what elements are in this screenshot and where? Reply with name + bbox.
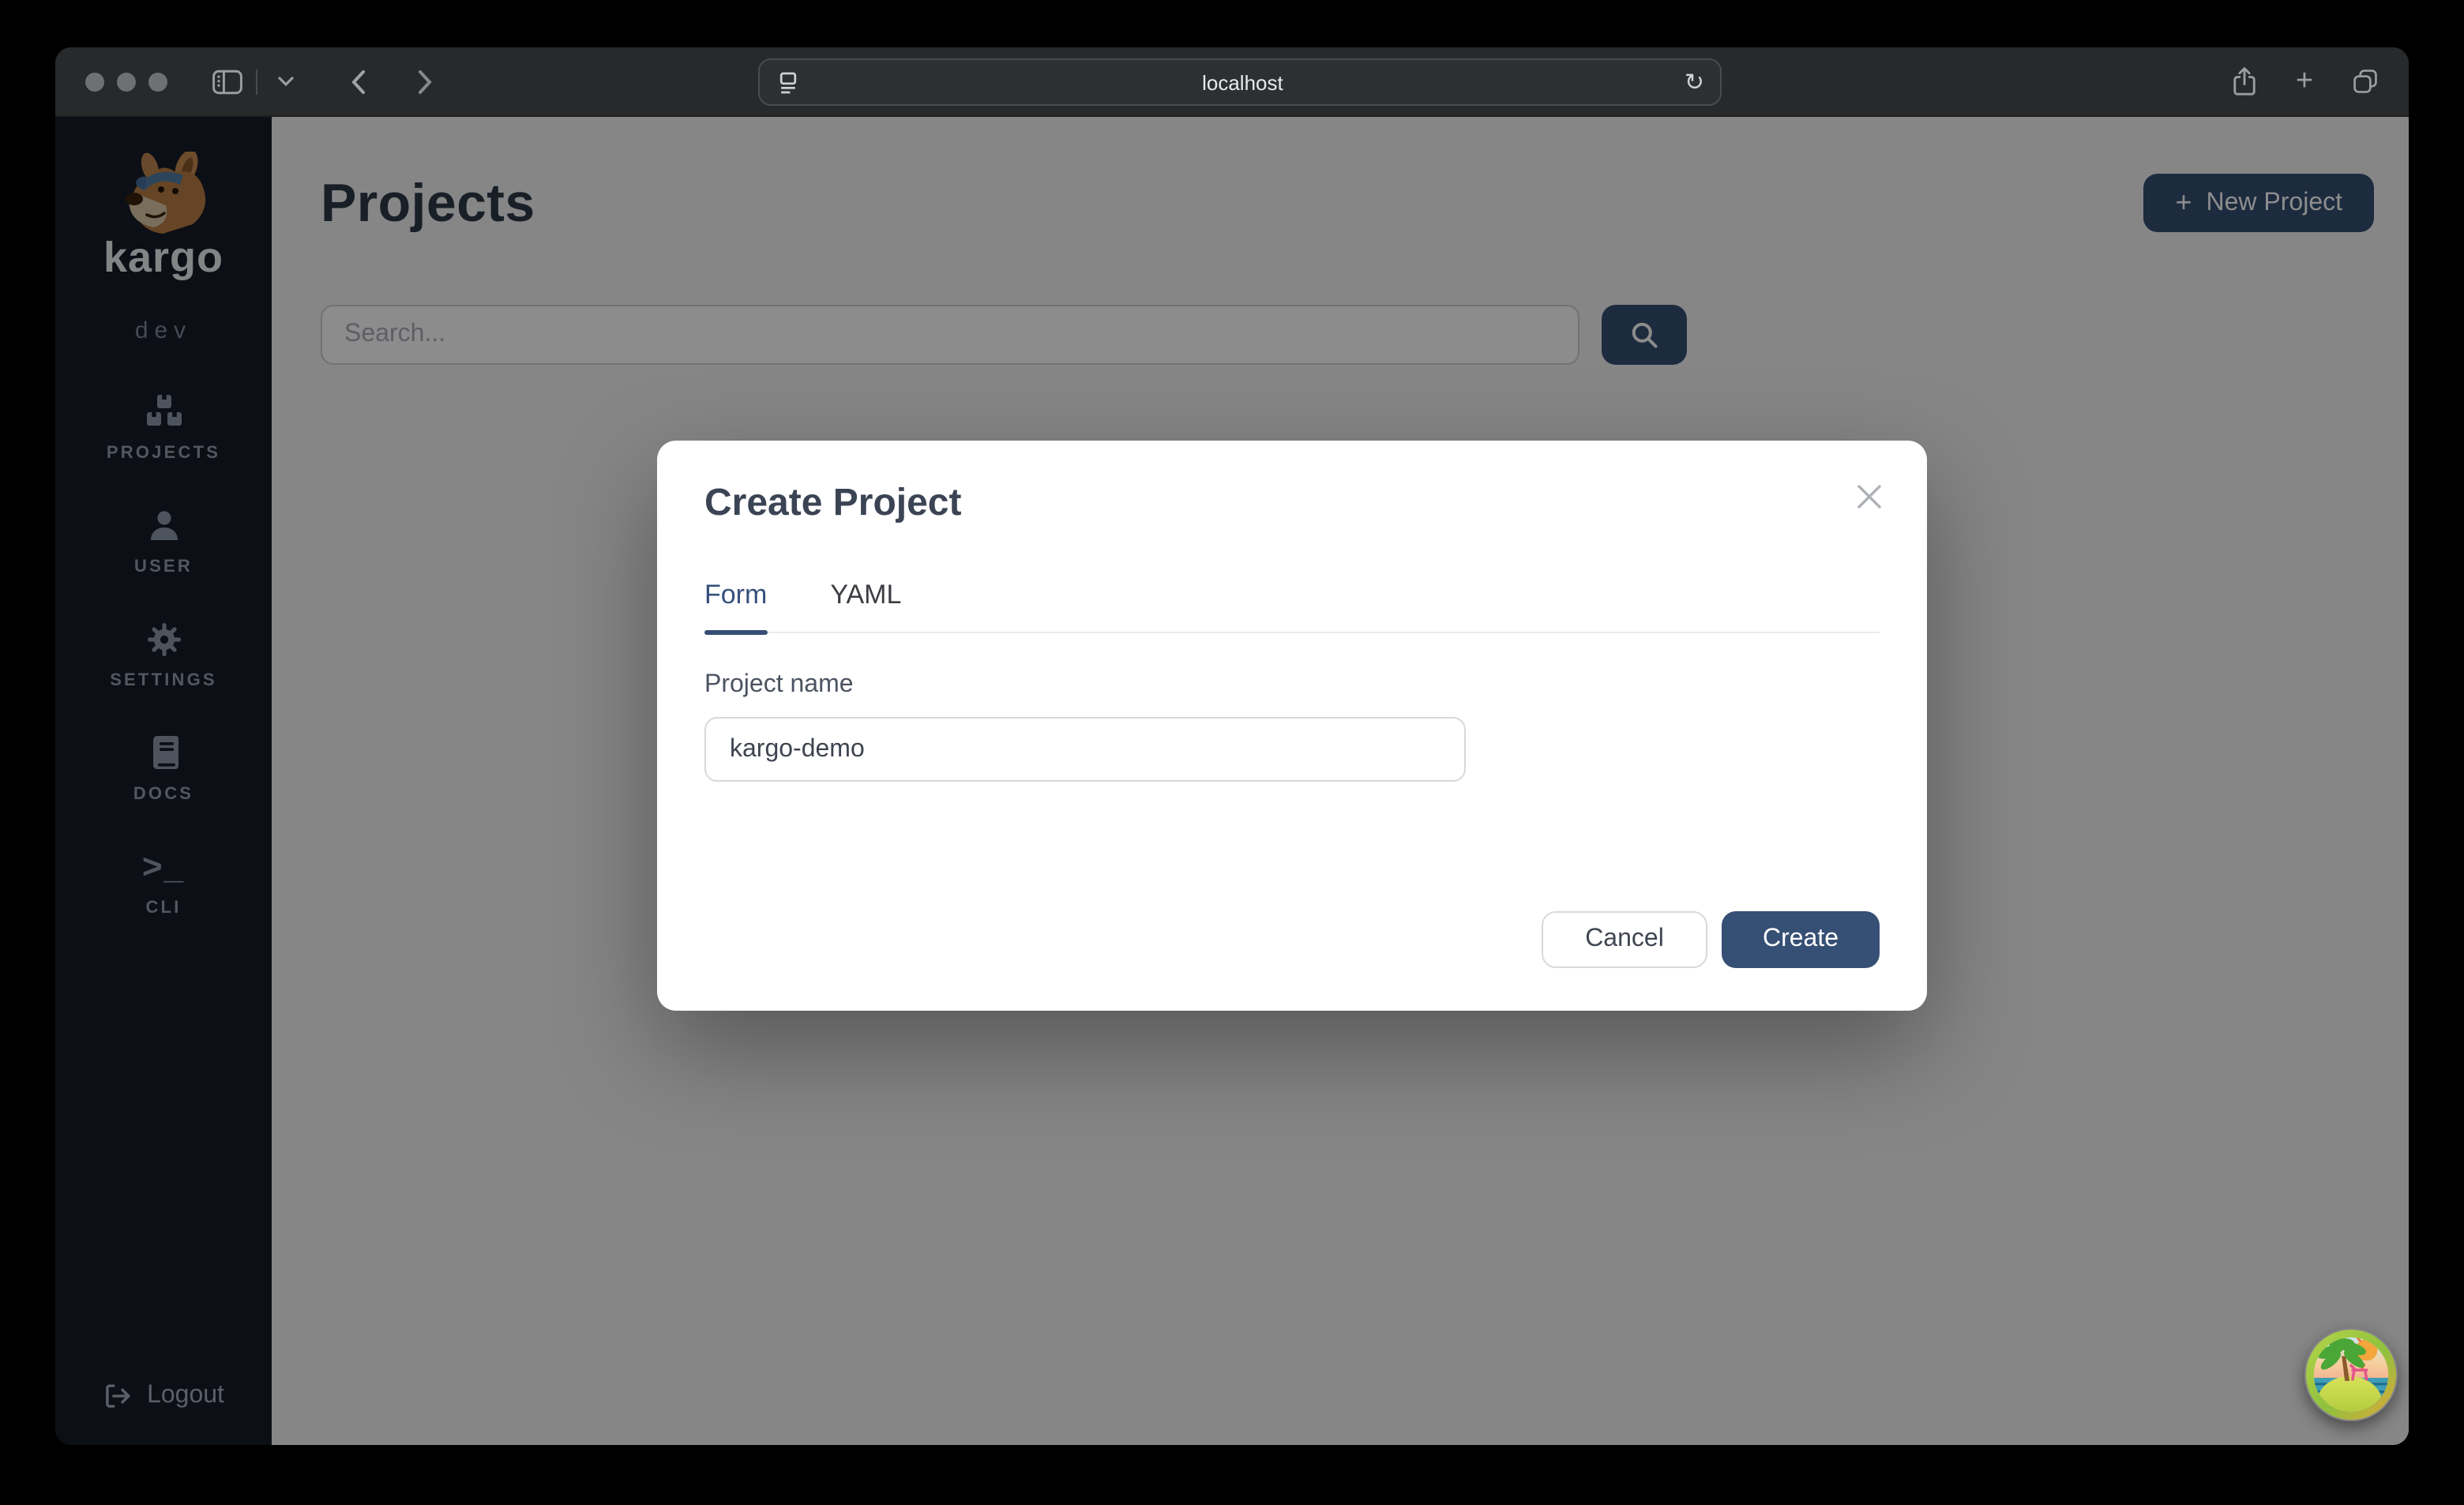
window-controls — [85, 72, 167, 91]
new-tab-icon[interactable]: + — [2282, 59, 2327, 103]
project-name-input[interactable] — [704, 717, 1466, 782]
toolbar-left — [205, 59, 308, 103]
cancel-button[interactable]: Cancel — [1542, 911, 1707, 968]
browser-titlebar: localhost ↻ + — [55, 47, 2409, 117]
close-window-button[interactable] — [85, 72, 104, 91]
address-bar[interactable]: localhost ↻ — [758, 58, 1722, 106]
modal-footer: Cancel Create — [1542, 911, 1880, 968]
screen: localhost ↻ + — [0, 0, 2464, 1505]
toolbar-right: + — [2222, 59, 2387, 103]
tab-overview-icon[interactable] — [2342, 59, 2387, 103]
refresh-icon[interactable]: ↻ — [1685, 70, 1704, 94]
sidebar-toggle-icon[interactable] — [205, 59, 250, 103]
history-nav — [336, 59, 447, 103]
create-button[interactable]: Create — [1722, 911, 1880, 968]
reader-icon[interactable] — [776, 69, 801, 96]
back-icon[interactable] — [336, 59, 381, 103]
forward-icon[interactable] — [403, 59, 447, 103]
toolbar-divider — [256, 69, 257, 94]
island-avatar[interactable] — [2304, 1328, 2398, 1421]
minimize-window-button[interactable] — [117, 72, 136, 91]
app-viewport: kargo dev — [55, 117, 2409, 1445]
modal-title: Create Project — [704, 482, 1880, 526]
share-icon[interactable] — [2222, 59, 2267, 103]
chevron-down-icon[interactable] — [264, 59, 308, 103]
close-icon[interactable] — [1851, 479, 1886, 513]
zoom-window-button[interactable] — [148, 72, 167, 91]
modal-tabs: Form YAML — [704, 580, 1880, 633]
project-name-label: Project name — [704, 671, 1880, 700]
tab-yaml[interactable]: YAML — [830, 580, 901, 632]
browser-window: localhost ↻ + — [55, 47, 2409, 1445]
create-project-modal: Create Project Form YAML Project name Ca… — [657, 441, 1927, 1011]
tab-form[interactable]: Form — [704, 580, 767, 632]
url-text[interactable]: localhost — [801, 70, 1685, 94]
